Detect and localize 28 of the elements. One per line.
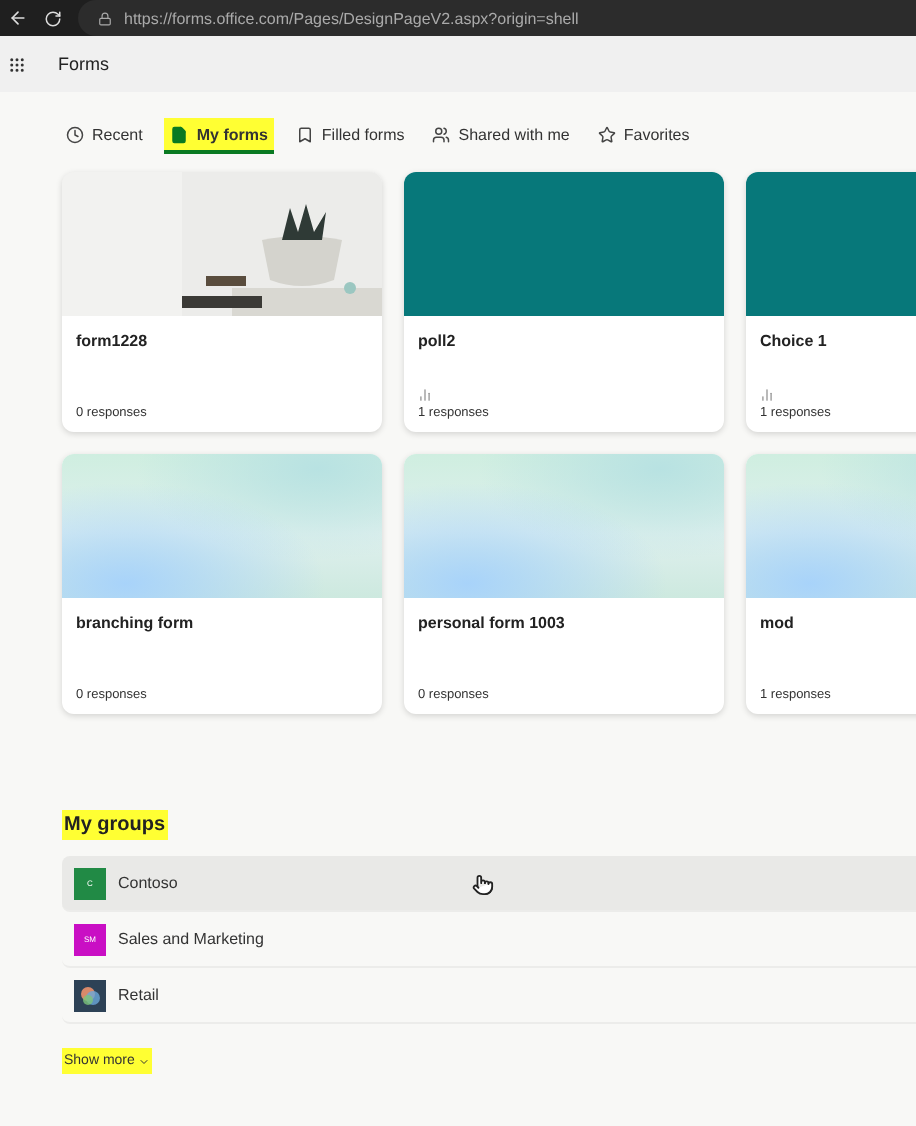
app-title: Forms [58, 54, 109, 74]
tab[interactable]: Filled forms [289, 118, 411, 154]
form-title: form1228 [76, 332, 150, 350]
form-title: Choice 1 [760, 332, 829, 350]
section-heading: My groups [62, 810, 168, 840]
bookmark-icon [295, 125, 314, 143]
lock-icon [98, 11, 112, 25]
refresh-icon[interactable] [44, 9, 62, 27]
back-icon[interactable] [8, 8, 28, 28]
tab[interactable]: Shared with me [426, 118, 576, 154]
group-name: Sales and Marketing [118, 930, 264, 948]
address-bar[interactable]: https://forms.office.com/Pages/DesignPageV2.aspx?origin=shell [78, 0, 916, 36]
people-icon [432, 125, 451, 143]
tab[interactable]: Favorites [591, 118, 696, 154]
form-title: personal form 1003 [418, 614, 567, 632]
chevron-down-icon [138, 1055, 151, 1067]
tab[interactable]: Recent [60, 118, 149, 154]
file-icon [170, 125, 189, 143]
form-title: mod [760, 614, 796, 632]
group-name: Contoso [118, 874, 178, 892]
form-title: branching form [76, 614, 196, 632]
clock-icon [66, 125, 84, 143]
form-title: poll2 [418, 332, 458, 350]
tab[interactable]: My forms [164, 118, 274, 154]
app-launcher-icon[interactable] [8, 55, 26, 73]
star-icon [597, 125, 616, 143]
hand-cursor-icon [472, 874, 494, 896]
group-name: Retail [118, 986, 159, 1004]
